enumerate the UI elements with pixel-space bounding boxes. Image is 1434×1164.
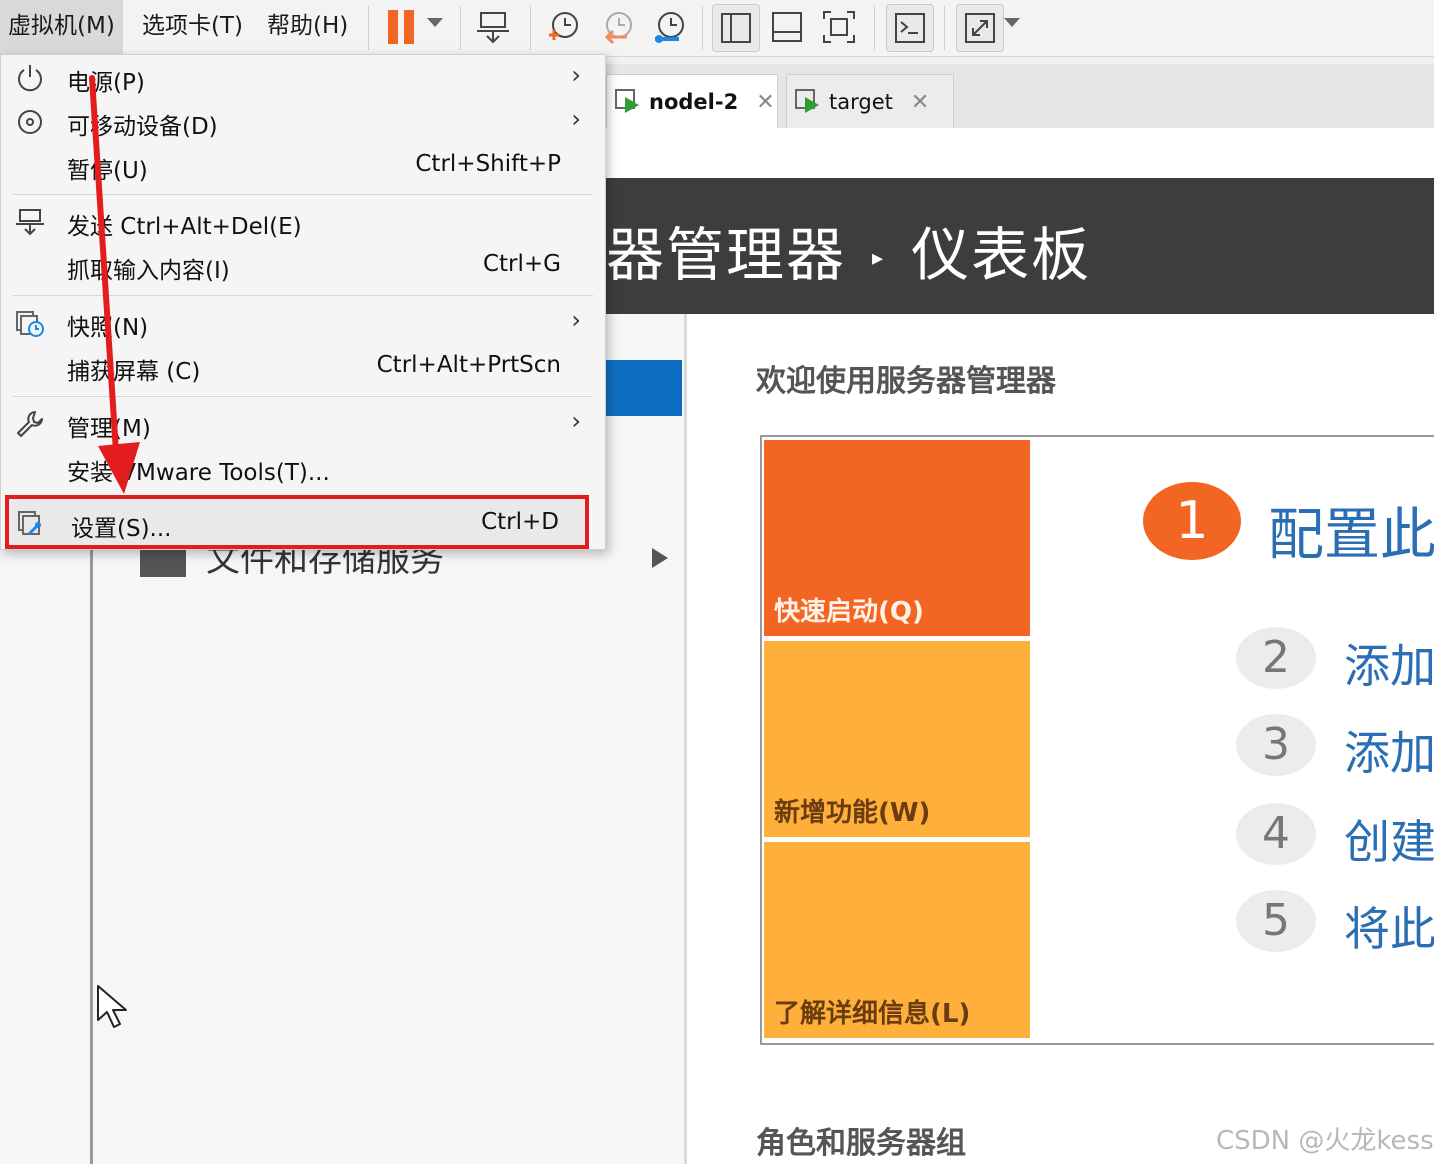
roles-heading: 角色和服务器组 <box>756 1126 966 1161</box>
menu-item-install-vmware-tools[interactable]: 安装 VMware Tools(T)... <box>1 447 605 491</box>
revert-snapshot-icon[interactable] <box>594 4 640 50</box>
tile-label: 了解详细信息(L) <box>774 999 971 1029</box>
sidebar-selected-item[interactable] <box>606 360 682 416</box>
sidebar-view-icon[interactable] <box>712 4 760 52</box>
step-number: 3 <box>1236 714 1316 776</box>
welcome-heading: 欢迎使用服务器管理器 <box>756 364 1056 399</box>
menu-item-removable-devices[interactable]: 可移动设备(D) › <box>1 101 605 145</box>
step-number: 1 <box>1143 482 1241 560</box>
menu-item-send-ctrl-alt-del[interactable]: 发送 Ctrl+Alt+Del(E) <box>1 201 605 245</box>
menu-item-label: 安装 VMware Tools(T)... <box>67 460 330 486</box>
menu-item-shortcut: Ctrl+G <box>482 251 561 277</box>
close-icon[interactable]: ✕ <box>911 90 929 115</box>
menu-item-manage[interactable]: 管理(M) › <box>1 403 605 447</box>
submenu-arrow-icon: › <box>571 105 581 133</box>
menu-item-label: 设置(S)... <box>71 516 172 542</box>
breadcrumb-arrow-icon: ▸ <box>872 246 886 272</box>
tab-label: target <box>829 90 893 114</box>
fullscreen-icon[interactable] <box>816 4 862 50</box>
guest-divider <box>684 314 687 1164</box>
menu-item-label: 捕获屏幕 (C) <box>67 359 201 385</box>
tab-target[interactable]: target ✕ <box>786 74 954 129</box>
menu-separator <box>13 396 593 397</box>
step-link[interactable]: 配置此 <box>1268 490 1434 571</box>
tab-nodel-2[interactable]: nodel-2 ✕ <box>606 74 778 129</box>
send-keys-icon <box>16 209 44 236</box>
step-number: 5 <box>1236 890 1316 952</box>
menu-item-label: 发送 Ctrl+Alt+Del(E) <box>67 214 302 240</box>
menu-vm[interactable]: 虚拟机(M) <box>0 0 123 56</box>
menu-item-shortcut: Ctrl+Shift+P <box>415 151 561 177</box>
send-keys-icon[interactable] <box>470 4 516 50</box>
settings-icon <box>18 511 41 536</box>
toolbar-separator <box>874 6 875 50</box>
tile-whats-new[interactable]: 新增功能(W) <box>764 641 1030 837</box>
step-link[interactable]: 添加 <box>1344 717 1434 783</box>
console-icon[interactable] <box>886 4 934 52</box>
menu-help[interactable]: 帮助(H) <box>259 0 356 56</box>
menu-item-label: 抓取输入内容(I) <box>67 258 230 284</box>
expand-arrow-icon[interactable] <box>652 548 668 568</box>
tile-learn-more[interactable]: 了解详细信息(L) <box>764 842 1030 1038</box>
submenu-arrow-icon: › <box>571 306 581 334</box>
header-breadcrumb-current: 仪表板 <box>911 221 1092 289</box>
menu-item-capture-screen[interactable]: 捕获屏幕 (C) Ctrl+Alt+PrtScn <box>1 346 605 390</box>
stretch-guest-icon[interactable] <box>956 4 1004 52</box>
tile-label: 快速启动(Q) <box>774 597 924 627</box>
menubar: 虚拟机(M) 选项卡(T) 帮助(H) <box>0 0 1434 57</box>
step-number: 4 <box>1236 803 1316 865</box>
vm-running-icon <box>795 89 821 115</box>
close-icon[interactable]: ✕ <box>756 90 774 115</box>
tab-strip: nodel-2 ✕ target ✕ <box>606 64 1434 129</box>
menu-item-settings[interactable]: 设置(S)... Ctrl+D <box>5 495 589 549</box>
pause-icon[interactable] <box>388 10 416 44</box>
stretch-dropdown-icon[interactable] <box>1004 18 1020 27</box>
wrench-icon <box>17 411 43 437</box>
menu-separator <box>13 194 593 195</box>
tile-quick-start[interactable]: 快速启动(Q) <box>764 440 1030 636</box>
watermark: CSDN @火龙kess <box>1216 1126 1434 1156</box>
submenu-arrow-icon: › <box>571 407 581 435</box>
step-link[interactable]: 将此 <box>1344 893 1434 959</box>
vm-running-icon <box>615 89 641 115</box>
menu-item-label: 可移动设备(D) <box>67 114 218 140</box>
menu-separator <box>13 295 593 296</box>
menu-tabs[interactable]: 选项卡(T) <box>134 0 251 56</box>
menu-item-grab-input[interactable]: 抓取输入内容(I) Ctrl+G <box>1 245 605 289</box>
menu-item-power[interactable]: 电源(P) › <box>1 57 605 101</box>
guest-border <box>90 540 93 1164</box>
toolbar-separator <box>368 6 369 50</box>
toolbar-separator <box>944 6 945 50</box>
mouse-pointer-icon <box>97 985 127 1028</box>
disc-icon <box>18 110 42 134</box>
step-number: 2 <box>1236 627 1316 689</box>
toolbar-separator <box>460 6 461 50</box>
menu-item-snapshot[interactable]: 快照(N) › <box>1 302 605 346</box>
step-link[interactable]: 创建 <box>1344 806 1434 872</box>
toolbar-separator <box>702 6 703 50</box>
power-icon <box>18 65 42 92</box>
menu-item-shortcut: Ctrl+Alt+PrtScn <box>376 352 561 378</box>
toolbar-separator <box>530 6 531 50</box>
tab-label: nodel-2 <box>649 90 739 114</box>
menu-item-label: 快照(N) <box>67 315 149 341</box>
menu-item-shortcut: Ctrl+D <box>481 509 559 535</box>
server-manager-header: 器管理器 ▸ 仪表板 <box>606 178 1434 314</box>
header-breadcrumb-parent: 器管理器 <box>606 221 847 289</box>
snapshot-manager-icon[interactable] <box>646 4 692 50</box>
menu-item-label: 暂停(U) <box>67 158 148 184</box>
take-snapshot-icon[interactable] <box>540 4 586 50</box>
tile-label: 新增功能(W) <box>774 798 931 828</box>
pause-dropdown-icon[interactable] <box>427 18 443 27</box>
menu-item-label: 管理(M) <box>67 416 151 442</box>
menu-item-pause[interactable]: 暂停(U) Ctrl+Shift+P <box>1 145 605 189</box>
snapshot-icon <box>16 311 44 337</box>
submenu-arrow-icon: › <box>571 61 581 89</box>
step-link[interactable]: 添加 <box>1344 630 1434 696</box>
vm-menu-dropdown: 电源(P) › 可移动设备(D) › 暂停(U) Ctrl+Shift+P 发送… <box>0 54 606 550</box>
menu-item-label: 电源(P) <box>67 70 145 96</box>
thumbnail-view-icon[interactable] <box>764 4 810 50</box>
